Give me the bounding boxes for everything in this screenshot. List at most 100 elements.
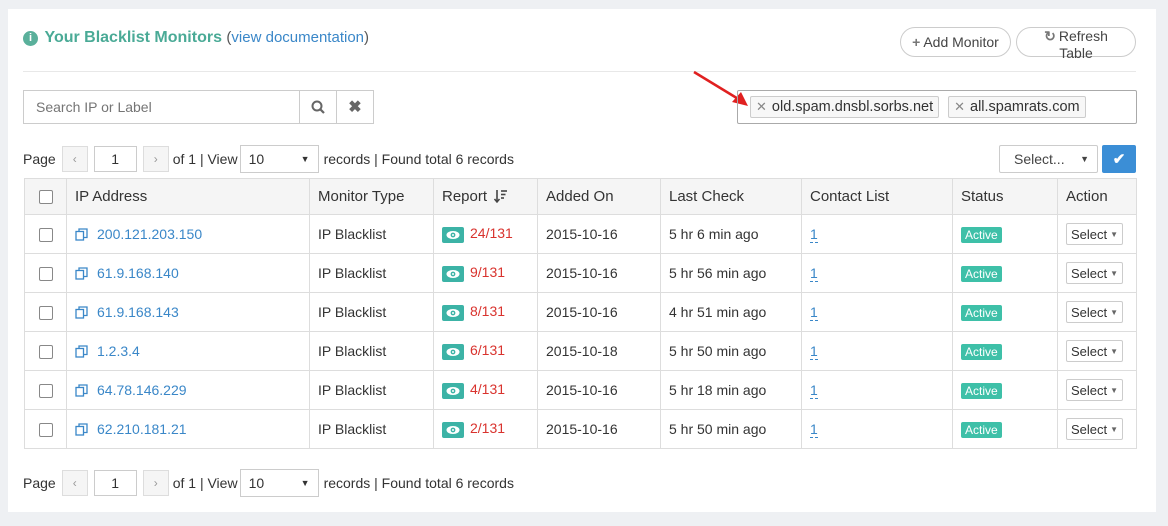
view-report-button[interactable] bbox=[442, 265, 464, 282]
status-badge: Active bbox=[961, 304, 1002, 321]
col-status[interactable]: Status bbox=[952, 178, 1058, 215]
bulk-action-select[interactable]: Select... ▼ bbox=[999, 145, 1098, 173]
last-check-cell: 4 hr 51 min ago bbox=[660, 292, 802, 332]
doc-wrapper: (view documentation) bbox=[226, 29, 369, 46]
report-count[interactable]: 8/131 bbox=[470, 303, 505, 319]
contact-list-link[interactable]: 1 bbox=[810, 304, 818, 321]
col-monitor-type[interactable]: Monitor Type bbox=[309, 178, 434, 215]
table-row: 64.78.146.229 IP Blacklist 4/131 2015-10-16… bbox=[24, 370, 1137, 410]
report-cell: 8/131 bbox=[433, 292, 538, 332]
contact-list-link[interactable]: 1 bbox=[810, 265, 818, 282]
eye-icon bbox=[446, 386, 460, 395]
ip-link[interactable]: 61.9.168.140 bbox=[75, 265, 179, 281]
view-report-button[interactable] bbox=[442, 304, 464, 321]
row-action-select[interactable]: Select ▼ bbox=[1066, 340, 1124, 362]
contact-list-link[interactable]: 1 bbox=[810, 343, 818, 360]
remove-tag-icon[interactable]: ✕ bbox=[954, 99, 965, 115]
contact-list-cell: 1 bbox=[801, 214, 953, 254]
search-input[interactable] bbox=[24, 91, 299, 123]
monitor-type: IP Blacklist bbox=[318, 421, 387, 437]
page-number-input[interactable] bbox=[93, 146, 137, 172]
eye-icon bbox=[446, 269, 460, 278]
last-check: 5 hr 50 min ago bbox=[669, 343, 767, 359]
page-number-input[interactable] bbox=[93, 470, 137, 496]
row-select-cell bbox=[24, 370, 67, 410]
next-page-button[interactable]: › bbox=[142, 470, 169, 496]
col-contact-list[interactable]: Contact List bbox=[801, 178, 953, 215]
row-action-select[interactable]: Select ▼ bbox=[1066, 301, 1124, 323]
refresh-table-button[interactable]: ↻ Refresh Table bbox=[1016, 27, 1136, 61]
view-report-button[interactable] bbox=[442, 421, 464, 438]
row-action-select[interactable]: Select ▼ bbox=[1066, 223, 1124, 245]
row-select-cell bbox=[24, 292, 67, 332]
status-badge: Active bbox=[961, 265, 1002, 282]
row-checkbox[interactable] bbox=[38, 384, 53, 399]
monitor-type: IP Blacklist bbox=[318, 265, 387, 281]
check-icon: ✔ bbox=[1112, 151, 1126, 168]
col-ip-address[interactable]: IP Address bbox=[66, 178, 310, 215]
caret-down-icon: ▼ bbox=[300, 478, 310, 488]
row-checkbox[interactable] bbox=[38, 306, 53, 321]
ip-link[interactable]: 200.121.203.150 bbox=[75, 226, 202, 242]
search-icon bbox=[311, 100, 325, 114]
contact-list-link[interactable]: 1 bbox=[810, 382, 818, 399]
ip-link[interactable]: 62.210.181.21 bbox=[75, 421, 187, 437]
per-page-select[interactable]: 10 ▼ bbox=[239, 469, 319, 497]
row-action-select[interactable]: Select ▼ bbox=[1066, 262, 1124, 284]
pager-top: Page ‹ › of 1 | View 10 ▼ records | Found… bbox=[23, 145, 514, 173]
eye-icon bbox=[446, 230, 460, 239]
status-badge: Active bbox=[961, 382, 1002, 399]
contact-list-cell: 1 bbox=[801, 253, 953, 293]
add-monitor-button[interactable]: + Add Monitor bbox=[900, 27, 1011, 57]
added-on-cell: 2015-10-16 bbox=[537, 292, 661, 332]
report-count[interactable]: 6/131 bbox=[470, 342, 505, 358]
remove-tag-icon[interactable]: ✕ bbox=[756, 99, 767, 115]
contact-list-cell: 1 bbox=[801, 370, 953, 410]
contact-list-link[interactable]: 1 bbox=[810, 421, 818, 438]
view-documentation-link[interactable]: view documentation bbox=[231, 29, 364, 46]
row-action-select[interactable]: Select ▼ bbox=[1066, 418, 1124, 440]
monitor-type: IP Blacklist bbox=[318, 304, 387, 320]
blacklist-filter-tags[interactable]: ✕ old.spam.dnsbl.sorbs.net ✕ all.spamrats.… bbox=[737, 90, 1137, 124]
clear-search-button[interactable]: ✖ bbox=[336, 91, 373, 123]
bulk-select-label: Select... bbox=[1014, 151, 1065, 167]
report-count[interactable]: 4/131 bbox=[470, 381, 505, 397]
added-on-cell: 2015-10-16 bbox=[537, 214, 661, 254]
page-header: i Your Blacklist Monitors (view document… bbox=[23, 29, 369, 47]
col-last-check[interactable]: Last Check bbox=[660, 178, 802, 215]
contact-list-link[interactable]: 1 bbox=[810, 226, 818, 243]
caret-down-icon: ▼ bbox=[1080, 154, 1089, 164]
select-all-checkbox[interactable] bbox=[38, 190, 53, 205]
view-report-button[interactable] bbox=[442, 343, 464, 360]
row-checkbox[interactable] bbox=[38, 423, 53, 438]
ip-link[interactable]: 1.2.3.4 bbox=[75, 343, 140, 359]
col-report[interactable]: Report bbox=[433, 178, 538, 215]
row-checkbox[interactable] bbox=[38, 228, 53, 243]
apply-bulk-button[interactable]: ✔ bbox=[1102, 145, 1136, 173]
view-report-button[interactable] bbox=[442, 382, 464, 399]
row-action-select[interactable]: Select ▼ bbox=[1066, 379, 1124, 401]
prev-page-button[interactable]: ‹ bbox=[61, 146, 88, 172]
ip-address: 61.9.168.143 bbox=[97, 304, 179, 320]
filter-tag-label: old.spam.dnsbl.sorbs.net bbox=[771, 99, 934, 115]
search-button[interactable] bbox=[299, 91, 336, 123]
row-action-label: Select bbox=[1071, 421, 1108, 437]
report-count[interactable]: 2/131 bbox=[470, 420, 505, 436]
row-checkbox[interactable] bbox=[38, 345, 53, 360]
ip-link[interactable]: 61.9.168.143 bbox=[75, 304, 179, 320]
last-check-cell: 5 hr 56 min ago bbox=[660, 253, 802, 293]
copy-icon bbox=[75, 267, 88, 280]
monitor-type: IP Blacklist bbox=[318, 343, 387, 359]
next-page-button[interactable]: › bbox=[142, 146, 169, 172]
col-action-label: Action bbox=[1066, 188, 1108, 205]
contact-list-cell: 1 bbox=[801, 292, 953, 332]
view-report-button[interactable] bbox=[442, 226, 464, 243]
ip-link[interactable]: 64.78.146.229 bbox=[75, 382, 187, 398]
report-count[interactable]: 9/131 bbox=[470, 264, 505, 280]
report-count[interactable]: 24/131 bbox=[470, 225, 513, 241]
col-added-on[interactable]: Added On bbox=[537, 178, 661, 215]
per-page-select[interactable]: 10 ▼ bbox=[239, 145, 319, 173]
prev-page-button[interactable]: ‹ bbox=[61, 470, 88, 496]
ip-cell: 1.2.3.4 bbox=[66, 331, 310, 371]
row-checkbox[interactable] bbox=[38, 267, 53, 282]
